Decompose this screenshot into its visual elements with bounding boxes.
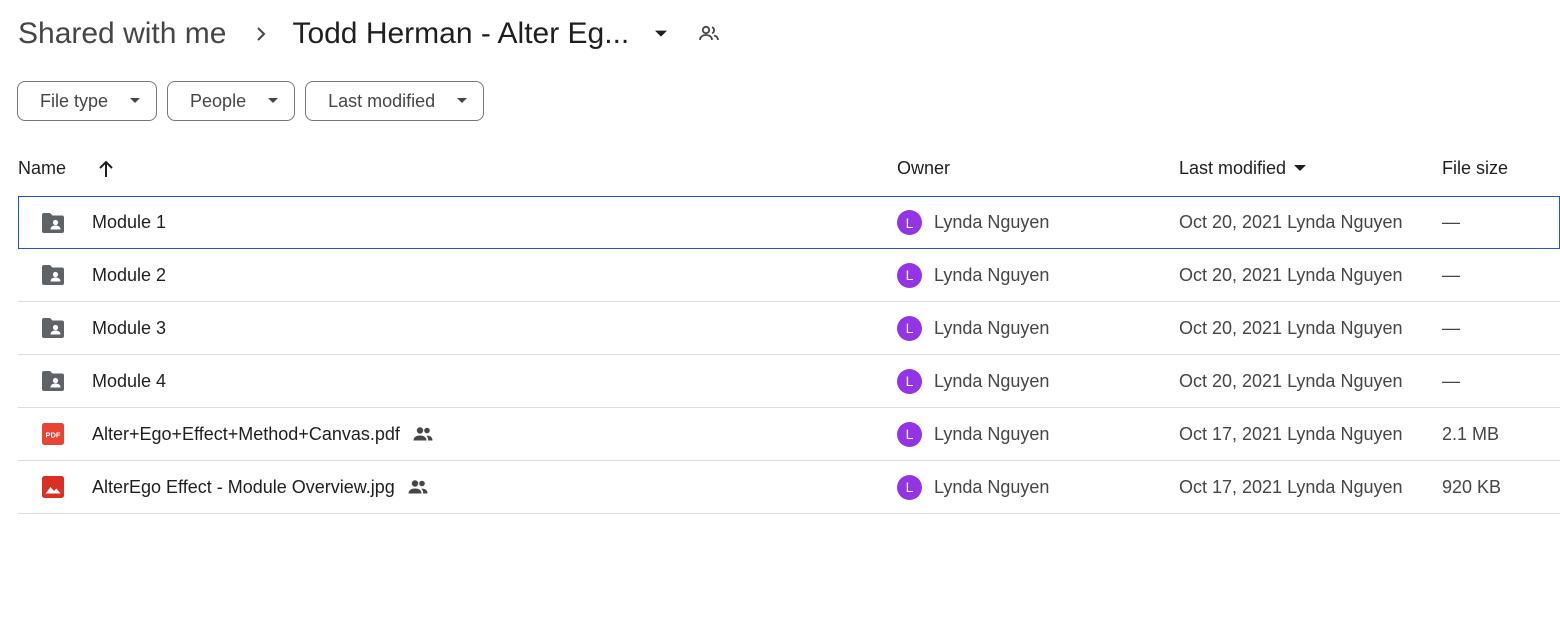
shared-folder-icon — [40, 317, 66, 339]
file-name-cell: PDF Alter+Ego+Effect+Method+Canvas.pdf — [40, 408, 434, 460]
file-name: Module 3 — [92, 317, 167, 338]
file-size-column-label: File size — [1442, 158, 1509, 178]
name-column-header[interactable]: Name — [18, 158, 114, 179]
people-filter[interactable]: People — [167, 81, 296, 121]
avatar: L — [897, 210, 922, 235]
table-header: Name Owner Last modified File size — [18, 146, 1560, 197]
chevron-right-icon — [256, 27, 270, 41]
shared-people-icon[interactable] — [697, 22, 721, 46]
last-modified-cell: Oct 17, 2021 Lynda Nguyen — [1179, 423, 1403, 444]
shared-folder-icon — [40, 212, 66, 234]
last-modified-filter[interactable]: Last modified — [305, 81, 485, 121]
table-row[interactable]: PDF Alter+Ego+Effect+Method+Canvas.pdf L Ly… — [18, 408, 1560, 461]
file-type-filter[interactable]: File type — [17, 81, 158, 121]
avatar: L — [897, 262, 922, 288]
file-name: Module 4 — [92, 370, 167, 391]
table-row[interactable]: Module 4 L Lynda Nguyen Oct 20, 2021 Lynda … — [18, 355, 1560, 408]
people-filter-label: People — [190, 90, 247, 111]
last-modified-cell: Oct 20, 2021 Lynda Nguyen — [1179, 317, 1403, 338]
file-size-cell: — — [1442, 317, 1460, 338]
file-name: Module 2 — [92, 264, 167, 285]
shared-folder-icon — [40, 264, 66, 286]
owner-cell: L Lynda Nguyen — [897, 302, 1049, 354]
owner-name: Lynda Nguyen — [934, 264, 1050, 285]
table-body: Module 1 L Lynda Nguyen Oct 20, 2021 Lynda … — [18, 196, 1560, 514]
owner-cell: L Lynda Nguyen — [897, 461, 1049, 513]
owner-cell: L Lynda Nguyen — [897, 408, 1049, 460]
image-icon — [40, 476, 66, 498]
table-row[interactable]: AlterEgo Effect - Module Overview.jpg L Ly… — [18, 461, 1560, 514]
owner-cell: L Lynda Nguyen — [897, 197, 1049, 248]
file-name-cell: Module 3 — [40, 302, 166, 354]
last-modified-cell: Oct 20, 2021 Lynda Nguyen — [1179, 370, 1403, 391]
pdf-icon: PDF — [40, 423, 66, 445]
file-type-filter-label: File type — [40, 90, 109, 111]
file-name-cell: Module 2 — [40, 249, 166, 301]
file-size-cell: — — [1442, 370, 1460, 391]
breadcrumb-current-folder[interactable]: Todd Herman - Alter Eg... — [292, 17, 629, 51]
breadcrumb-shared-with-me[interactable]: Shared with me — [18, 17, 226, 51]
file-name-cell: AlterEgo Effect - Module Overview.jpg — [40, 461, 429, 513]
last-modified-cell: Oct 17, 2021 Lynda Nguyen — [1179, 476, 1403, 497]
file-size-cell: 920 KB — [1442, 476, 1502, 497]
owner-column-label: Owner — [897, 158, 951, 178]
filter-bar: File type People Last modified — [17, 81, 485, 121]
file-size-column-header[interactable]: File size — [1442, 158, 1508, 179]
file-name: Alter+Ego+Effect+Method+Canvas.pdf — [92, 423, 400, 444]
owner-name: Lynda Nguyen — [934, 370, 1050, 391]
owner-name: Lynda Nguyen — [934, 476, 1050, 497]
table-row[interactable]: Module 3 L Lynda Nguyen Oct 20, 2021 Lynda … — [18, 302, 1560, 355]
name-column-label: Name — [18, 158, 67, 178]
file-list-table: Name Owner Last modified File size Modul… — [18, 146, 1560, 514]
file-size-cell: — — [1442, 264, 1460, 285]
caret-down-icon — [130, 98, 141, 104]
last-modified-cell: Oct 20, 2021 Lynda Nguyen — [1179, 212, 1403, 232]
last-modified-cell: Oct 20, 2021 Lynda Nguyen — [1179, 264, 1403, 285]
shared-people-icon — [407, 479, 429, 495]
avatar: L — [897, 474, 922, 500]
owner-column-header[interactable]: Owner — [897, 158, 950, 179]
caret-down-icon — [268, 98, 279, 104]
file-name: AlterEgo Effect - Module Overview.jpg — [92, 476, 395, 497]
arrow-up-icon[interactable] — [98, 160, 114, 178]
file-name: Module 1 — [92, 212, 167, 232]
last-modified-column-label: Last modified — [1179, 158, 1287, 178]
file-size-cell: 2.1 MB — [1442, 423, 1500, 444]
avatar: L — [897, 421, 922, 447]
file-name-cell: Module 1 — [40, 197, 166, 248]
owner-name: Lynda Nguyen — [934, 212, 1050, 232]
caret-down-icon — [1294, 165, 1307, 172]
pdf-icon-label: PDF — [46, 431, 61, 440]
shared-folder-icon — [40, 370, 66, 392]
caret-down-icon[interactable] — [655, 28, 668, 40]
owner-name: Lynda Nguyen — [934, 317, 1050, 338]
file-size-cell: — — [1442, 212, 1460, 232]
owner-cell: L Lynda Nguyen — [897, 355, 1049, 407]
last-modified-filter-label: Last modified — [328, 90, 436, 111]
avatar: L — [897, 368, 922, 394]
avatar: L — [897, 315, 922, 341]
owner-cell: L Lynda Nguyen — [897, 249, 1049, 301]
caret-down-icon — [457, 98, 468, 104]
shared-people-icon — [412, 426, 434, 442]
last-modified-column-header[interactable]: Last modified — [1179, 158, 1307, 179]
breadcrumb: Shared with me Todd Herman - Alter Eg... — [18, 10, 721, 58]
file-name-cell: Module 4 — [40, 355, 166, 407]
table-row[interactable]: Module 2 L Lynda Nguyen Oct 20, 2021 Lynda … — [18, 249, 1560, 302]
table-row[interactable]: Module 1 L Lynda Nguyen Oct 20, 2021 Lynda … — [18, 196, 1560, 249]
owner-name: Lynda Nguyen — [934, 423, 1050, 444]
